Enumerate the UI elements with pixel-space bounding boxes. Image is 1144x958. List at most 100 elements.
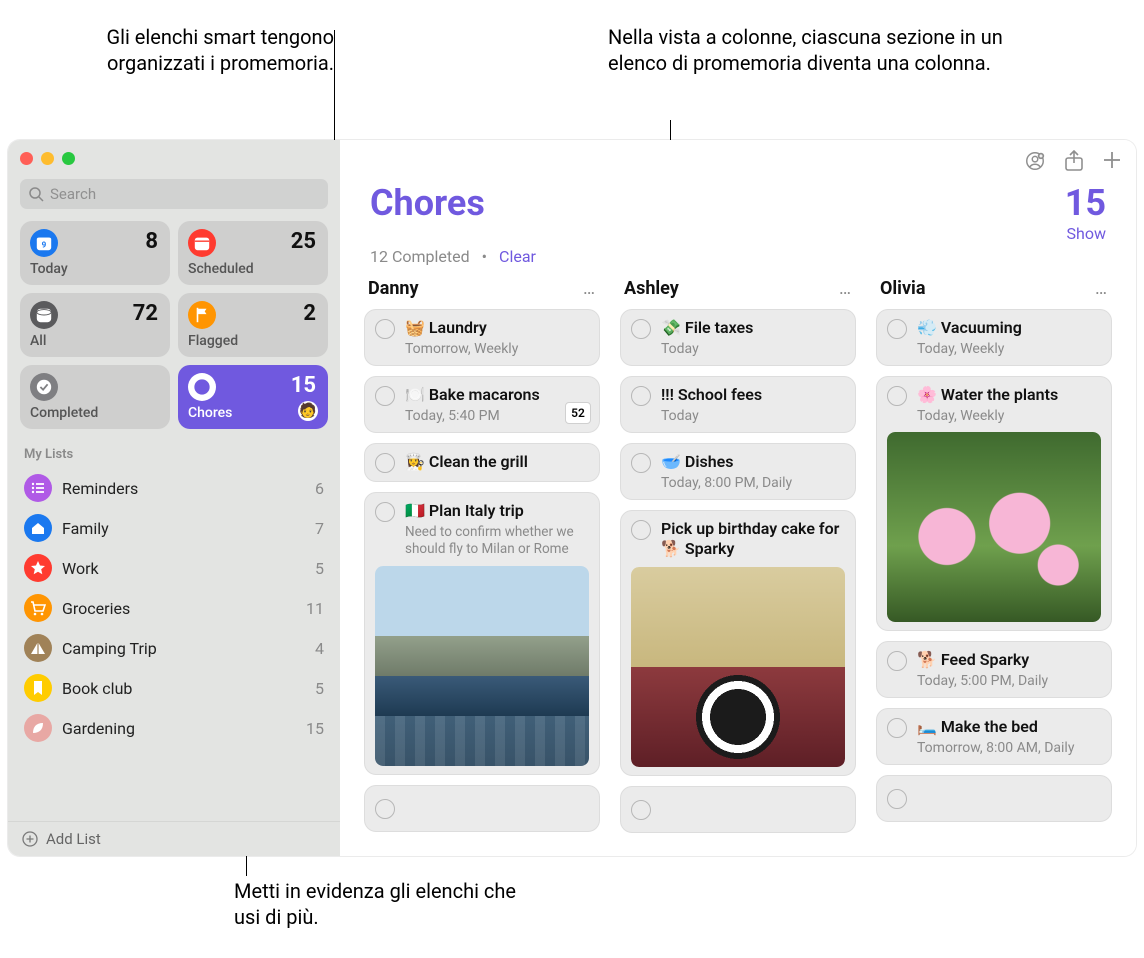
list-icon [24,634,52,662]
reminder-image [631,567,845,767]
complete-toggle[interactable] [375,386,395,406]
search-icon [28,186,44,202]
complete-toggle[interactable] [375,799,395,819]
share-button[interactable] [1064,150,1084,172]
reminder-title: 🥣 Dishes [661,452,733,472]
smart-label: Flagged [188,333,316,349]
clear-button[interactable]: Clear [499,247,536,266]
column-header: Olivia … [876,278,1112,309]
complete-toggle[interactable] [887,319,907,339]
complete-toggle[interactable] [631,453,651,473]
reminder-card[interactable]: 💸 File taxes Today [620,309,856,366]
complete-toggle[interactable] [631,520,651,540]
content-pane: Chores 15 Show 12 Completed • Clear Dann… [340,140,1136,856]
list-count: 5 [315,559,324,578]
complete-toggle[interactable] [375,453,395,473]
reminder-card[interactable]: 🛏️ Make the bedTomorrow, 8:00 AM, Daily [876,708,1112,765]
reminder-card[interactable]: 🇮🇹 Plan Italy tripNeed to confirm whethe… [364,492,600,775]
show-completed-button[interactable]: Show [1065,224,1106,243]
smart-completed[interactable]: Completed [20,365,170,429]
column-more-button[interactable]: … [1095,278,1108,299]
smart-all[interactable]: 72 All [20,293,170,357]
reminder-title: 💸 File taxes [661,318,753,338]
list-count: 6 [315,479,324,498]
reminder-title: 💨 Vacuuming [917,318,1022,338]
reminder-card[interactable]: 🧺 LaundryTomorrow, Weekly [364,309,600,366]
column-more-button[interactable]: … [583,278,596,299]
reminder-title: !!! School fees [661,385,762,405]
reminder-meta: Today, Weekly [917,341,1101,357]
complete-toggle[interactable] [887,718,907,738]
reminder-title: 🍽️ Bake macarons [405,385,540,405]
list-count: 7 [315,519,324,538]
reminder-card[interactable]: 💨 Vacuuming Today, Weekly [876,309,1112,366]
empty-reminder[interactable] [364,785,600,832]
reminder-card[interactable]: Pick up birthday cake for 🐕 Sparky [620,510,856,776]
collaborate-button[interactable] [1024,150,1046,172]
search-input[interactable] [20,179,328,209]
reminder-card[interactable]: 🍽️ Bake macaronsToday, 5:40 PM52 [364,376,600,433]
list-row-camping-trip[interactable]: Camping Trip 4 [20,628,328,668]
list-title: Chores [370,182,485,224]
list-icon [24,594,52,622]
list-icon [24,474,52,502]
add-list-label: Add List [46,830,101,848]
list-subtitle: 12 Completed • Clear [340,247,1136,278]
smart-today[interactable]: 9 8 Today [20,221,170,285]
complete-toggle[interactable] [631,386,651,406]
complete-toggle[interactable] [887,789,907,809]
complete-toggle[interactable] [375,319,395,339]
reminder-title: 👩‍🍳 Clean the grill [405,452,528,472]
smart-label: Scheduled [188,261,316,277]
empty-reminder[interactable] [876,775,1112,822]
list-icon [24,674,52,702]
fullscreen-button[interactable] [62,152,75,165]
complete-toggle[interactable] [375,502,395,522]
smart-label: Chores [188,405,316,421]
reminder-card[interactable]: 🐕 Feed SparkyToday, 5:00 PM, Daily [876,641,1112,698]
smart-flagged[interactable]: 2 Flagged [178,293,328,357]
smart-label: Today [30,261,158,277]
close-button[interactable] [20,152,33,165]
reminders-window: 9 8 Today 25 Scheduled 72 All 2 Flagged … [8,140,1136,856]
smart-label: All [30,333,158,349]
window-controls [20,152,328,165]
reminder-card[interactable]: !!! School feesToday [620,376,856,433]
add-reminder-button[interactable] [1102,150,1122,172]
smart-scheduled[interactable]: 25 Scheduled [178,221,328,285]
complete-toggle[interactable] [631,319,651,339]
column-more-button[interactable]: … [839,278,852,299]
complete-toggle[interactable] [887,386,907,406]
reminder-title: Pick up birthday cake for 🐕 Sparky [661,519,845,559]
list-row-family[interactable]: Family 7 [20,508,328,548]
complete-toggle[interactable] [631,800,651,820]
scheduled-icon [188,229,216,257]
list-count: 15 [1065,182,1106,224]
add-list-button[interactable]: Add List [8,821,340,856]
reminder-title: 🧺 Laundry [405,318,487,338]
reminder-title: 🇮🇹 Plan Italy trip [405,501,524,521]
list-name: Book club [62,679,305,698]
reminder-meta: Today [661,341,845,357]
list-row-book-club[interactable]: Book club 5 [20,668,328,708]
reminder-card[interactable]: 🌸 Water the plantsToday, Weekly [876,376,1112,631]
empty-reminder[interactable] [620,786,856,833]
reminder-card[interactable]: 🥣 DishesToday, 8:00 PM, Daily [620,443,856,500]
minimize-button[interactable] [41,152,54,165]
sidebar: 9 8 Today 25 Scheduled 72 All 2 Flagged … [8,140,340,856]
smart-chores[interactable]: 15 Chores [178,365,328,429]
list-icon [24,514,52,542]
reminder-card[interactable]: 👩‍🍳 Clean the grill [364,443,600,482]
complete-toggle[interactable] [887,651,907,671]
annotation-pin: Metti in evidenza gli elenchi che usi di… [234,878,534,930]
toolbar [340,140,1136,172]
my-lists: My Lists Reminders 6 Family 7 Work 5 Gro… [20,443,328,821]
list-row-reminders[interactable]: Reminders 6 [20,468,328,508]
list-count: 5 [315,679,324,698]
list-row-gardening[interactable]: Gardening 15 [20,708,328,748]
list-header: Chores 15 Show [340,172,1136,247]
chores-icon [188,373,216,401]
list-row-groceries[interactable]: Groceries 11 [20,588,328,628]
list-row-work[interactable]: Work 5 [20,548,328,588]
list-icon [24,554,52,582]
